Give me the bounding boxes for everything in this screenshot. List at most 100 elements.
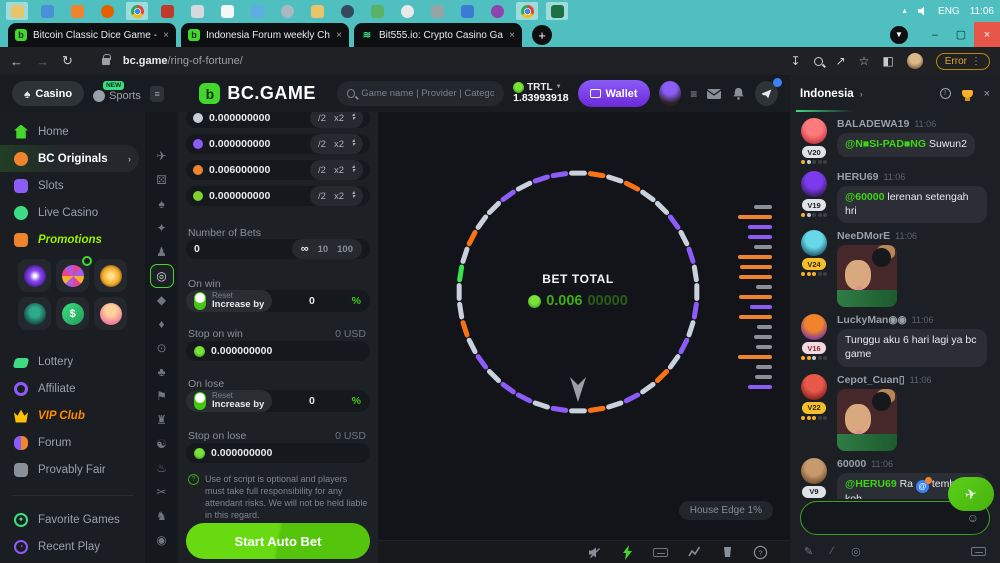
back-button[interactable]: ← [10,54,23,69]
inbox-button[interactable] [706,87,722,101]
send-button[interactable]: ✈ [948,477,994,511]
fortune-wheel-tile[interactable] [56,259,89,292]
on-lose-mode-toggle[interactable]: ResetIncrease by [186,390,272,412]
bet-amount-row[interactable]: 0.000000000/2x2▴▾ [186,134,370,154]
rail-game-icon[interactable]: ◎ [150,264,174,288]
infinity-button[interactable]: ∞ [301,243,309,255]
rail-game-icon[interactable]: ◉ [150,528,174,552]
casino-toggle[interactable]: ♠Casino [12,81,84,106]
sidebar-item-lottery[interactable]: Lottery [0,348,145,375]
file-explorer-icon[interactable] [6,2,28,20]
half-button[interactable]: /2 [318,139,326,150]
sidebar-item-slots[interactable]: Slots [0,172,145,199]
search-tool-icon[interactable] [276,2,298,20]
half-button[interactable]: /2 [318,165,326,176]
chat-draw-icon[interactable]: ✎ [804,545,813,558]
sidebar-item-affiliate[interactable]: Affiliate [0,375,145,402]
menu-dots-icon[interactable]: ⋮ [971,56,981,67]
chat-text-input[interactable] [811,512,961,524]
language-indicator[interactable]: ENG [938,6,960,17]
start-auto-bet-button[interactable]: Start Auto Bet [186,523,370,559]
tray-chevron-icon[interactable]: ▲ [901,8,908,15]
folder-icon[interactable] [306,2,328,20]
rail-game-icon[interactable]: ♞ [150,504,174,528]
game-search[interactable] [337,81,504,106]
bcgame-logo[interactable]: bBC.GAME [199,83,316,104]
bet-amount-value[interactable]: 0.000000000 [209,190,304,202]
double-button[interactable]: x2 [334,165,344,176]
tab-close-icon[interactable]: × [509,30,515,41]
half-button[interactable]: /2 [318,191,326,202]
preset-10-button[interactable]: 10 [318,244,329,255]
rail-game-icon[interactable]: ♟ [150,240,174,264]
clock[interactable]: 11:06 [970,6,994,17]
sidebar-item-bc-originals[interactable]: BC Originals› [0,145,139,172]
share-icon[interactable]: ↗ [836,54,846,68]
tab-search-button[interactable]: ▼ [890,26,908,44]
sidebar-item-recent-play[interactable]: ◔Recent Play [0,533,145,560]
chevron-right-icon[interactable]: › [860,89,863,99]
rail-game-icon[interactable]: ♣ [150,360,174,384]
stepper-buttons[interactable]: ▴▾ [352,114,355,121]
chat-command-icon[interactable]: ∕ [831,545,833,557]
browser-profile-avatar[interactable] [907,53,923,69]
character-tile[interactable] [94,297,127,330]
bet-amount-row[interactable]: 0.000000000/2 x2 ▴▾ [186,186,370,206]
on-lose-percent-input[interactable]: 0 [272,395,351,407]
sports-toggle[interactable]: NEWSports [93,86,141,102]
browser-tab[interactable]: bIndonesia Forum weekly Challeng× [181,23,349,47]
chat-username[interactable]: 60000 [837,458,866,470]
browser-tab[interactable]: bBitcoin Classic Dice Game - Play |× [8,23,176,47]
avatar[interactable] [801,171,827,197]
bet-amount-row[interactable]: 0.000000000/2x2▴▾ [186,112,370,128]
gray-app-icon[interactable] [426,2,448,20]
chat-image[interactable] [837,389,897,451]
flower-icon[interactable] [396,2,418,20]
double-button[interactable]: x2 [334,191,344,202]
sidebar-item-vip-club[interactable]: VIP Club [0,402,145,429]
avatar[interactable] [801,230,827,256]
user-mention[interactable]: @60000 [845,191,884,203]
avatar[interactable] [801,118,827,144]
firefox-icon[interactable] [96,2,118,20]
shaker-icon[interactable] [721,545,734,559]
hotkeys-bolt-icon[interactable] [621,545,634,560]
rail-game-icon[interactable]: ♠ [150,192,174,216]
bet-list-icon[interactable]: ≡ [690,87,697,101]
sidebar-item-forum[interactable]: Forum [0,429,145,456]
red-book-icon[interactable] [156,2,178,20]
rail-game-icon[interactable]: ♨ [150,456,174,480]
double-button[interactable]: x2 [334,113,344,124]
collapse-menu-button[interactable]: ≡ [150,86,165,102]
sidebar-item-promotions[interactable]: Promotions [0,226,145,253]
notifications-button[interactable] [731,86,746,101]
rail-game-icon[interactable]: ⊙ [150,336,174,360]
avatar[interactable] [801,458,827,484]
keyboard-icon[interactable] [653,548,668,557]
error-button[interactable]: Error⋮ [936,53,990,70]
sidebar-item-home[interactable]: Home [0,118,145,145]
wallet-button[interactable]: Wallet [578,80,650,107]
close-button[interactable]: × [974,22,1000,47]
minimize-button[interactable]: – [922,22,948,47]
rail-game-icon[interactable]: ✂ [150,480,174,504]
blue-app-icon[interactable] [456,2,478,20]
avatar[interactable] [801,314,827,340]
maximize-button[interactable]: ▢ [948,22,974,47]
stats-icon[interactable] [687,545,702,559]
new-tab-button[interactable]: + [532,25,552,45]
profile-avatar[interactable] [659,81,682,106]
sidebar-item-favorite-games[interactable]: ✦Favorite Games [0,506,145,533]
user-mention[interactable]: @HERU69 [845,478,897,490]
emoji-icon[interactable]: ☺ [967,511,979,525]
clipboard-icon[interactable] [186,2,208,20]
forward-button[interactable]: → [36,54,49,69]
media-player-icon[interactable] [66,2,88,20]
avatar[interactable] [801,374,827,400]
rail-game-icon[interactable]: ⚄ [150,168,174,192]
stepper-buttons[interactable]: ▴▾ [352,192,355,199]
stepper-buttons[interactable]: ▴▾ [352,166,355,173]
spiral-dart-tile[interactable] [18,259,51,292]
preset-100-button[interactable]: 100 [337,244,353,255]
sidebar-item-provably-fair[interactable]: Provably Fair [0,456,145,483]
